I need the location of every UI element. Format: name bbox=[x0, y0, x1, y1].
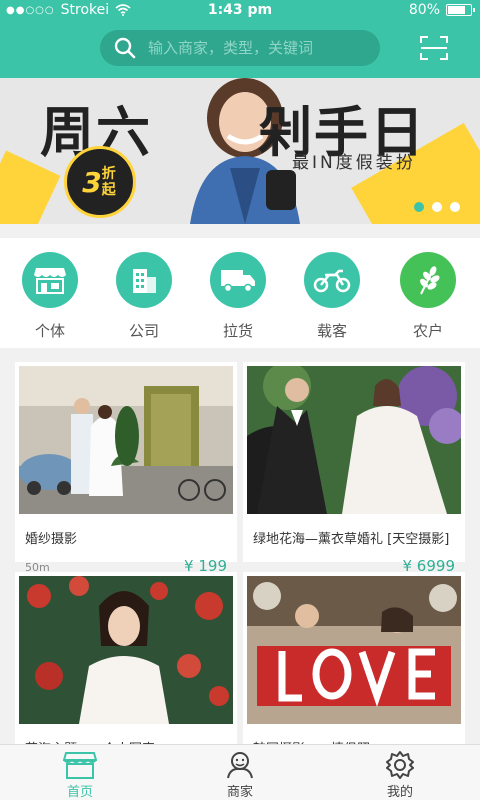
category-nonghu[interactable]: 农户 bbox=[393, 252, 463, 341]
status-bar: ●●○○○ Strokei 1:43 pm 80% bbox=[0, 0, 480, 22]
tab-label: 首页 bbox=[66, 785, 93, 800]
search-icon bbox=[114, 37, 136, 59]
pager-dot[interactable] bbox=[450, 202, 460, 212]
category-gongsi[interactable]: 公司 bbox=[109, 252, 179, 341]
category-label: 个体 bbox=[34, 322, 65, 340]
tab-merchant[interactable]: 商家 bbox=[160, 745, 320, 800]
app-header: ●●○○○ Strokei 1:43 pm 80% bbox=[0, 0, 480, 78]
discount-badge: 3 折起 bbox=[64, 146, 136, 218]
tab-label: 商家 bbox=[226, 785, 253, 800]
category-lahuo[interactable]: 拉货 bbox=[203, 252, 273, 341]
search-bar[interactable] bbox=[100, 30, 380, 66]
category-circle bbox=[400, 252, 456, 308]
discount-number: 3 bbox=[82, 165, 102, 199]
discount-text: 折起 bbox=[101, 166, 116, 198]
settings-icon bbox=[386, 751, 414, 779]
listing-photo bbox=[19, 576, 233, 724]
battery-icon bbox=[446, 4, 475, 16]
listing-title: 绿地花海—薰衣草婚礼 [天空摄影] bbox=[253, 532, 450, 547]
category-label: 公司 bbox=[128, 322, 159, 340]
wheat-icon bbox=[420, 266, 440, 295]
motorcycle-icon bbox=[313, 269, 351, 293]
truck-icon bbox=[221, 270, 255, 293]
category-circle bbox=[22, 252, 78, 308]
tab-home[interactable]: 首页 bbox=[0, 745, 160, 800]
tab-mine[interactable]: 我的 bbox=[320, 745, 480, 800]
category-row: 个体 公司 拉货 载客 农户 bbox=[0, 238, 480, 348]
category-circle bbox=[116, 252, 172, 308]
listing-card[interactable]: 绿地花海—薰衣草婚礼 [天空摄影] ¥ 6999 bbox=[243, 362, 465, 575]
listing-photo bbox=[247, 362, 465, 514]
pager-dot[interactable] bbox=[414, 202, 424, 212]
listing-card[interactable]: 婚纱摄影 50m ¥ 199 bbox=[15, 362, 237, 575]
banner-subtitle: 最IN度假装扮 bbox=[292, 153, 416, 173]
category-label: 载客 bbox=[316, 322, 347, 340]
pager-dot[interactable] bbox=[432, 202, 442, 212]
category-circle bbox=[210, 252, 266, 308]
category-zaike[interactable]: 载客 bbox=[297, 252, 367, 341]
category-circle bbox=[304, 252, 360, 308]
promo-banner[interactable]: 周六 剁手日 最IN度假装扮 3 折起 bbox=[0, 78, 480, 224]
shop-icon bbox=[34, 268, 66, 294]
listing-card[interactable]: 韩国摄影——情侣照 bbox=[243, 572, 465, 757]
listing-photo bbox=[19, 366, 233, 514]
banner-pager bbox=[414, 202, 460, 212]
listing-card[interactable]: 花海主题——个人写真 bbox=[15, 572, 237, 757]
category-label: 拉货 bbox=[222, 322, 253, 340]
merchant-icon bbox=[227, 752, 253, 779]
scan-icon[interactable] bbox=[420, 36, 448, 60]
category-label: 农户 bbox=[412, 322, 443, 340]
building-icon bbox=[133, 269, 156, 293]
tab-label: 我的 bbox=[386, 785, 413, 800]
bottom-tab-bar: 首页 商家 我的 bbox=[0, 744, 480, 800]
search-input[interactable] bbox=[148, 39, 368, 57]
home-icon bbox=[63, 752, 97, 779]
listing-photo bbox=[247, 576, 461, 724]
battery-percent: 80% bbox=[408, 2, 440, 18]
category-geti[interactable]: 个体 bbox=[15, 252, 85, 341]
listing-title: 婚纱摄影 bbox=[25, 532, 78, 547]
